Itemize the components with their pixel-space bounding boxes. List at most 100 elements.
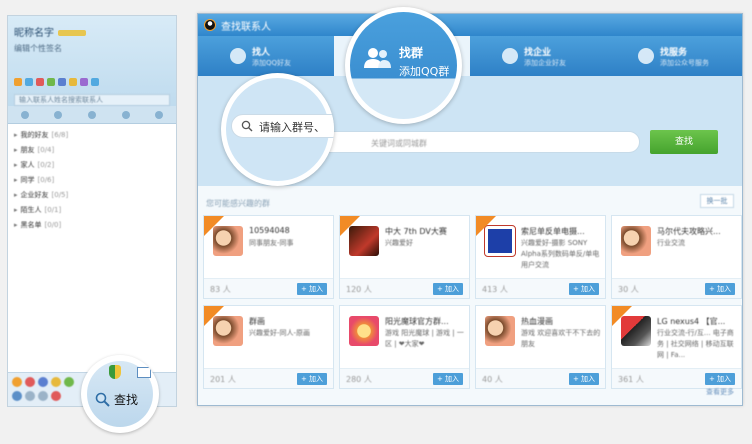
group-name[interactable]: 群画 <box>249 316 329 327</box>
join-button[interactable]: + 加入 <box>433 283 463 295</box>
chevron-right-icon: ▸ <box>14 176 18 184</box>
view-more-link[interactable]: 查看更多 <box>706 387 734 397</box>
group-card[interactable]: 马尔代夫攻略兴... 行业交流 30 人 + 加入 <box>611 215 742 299</box>
more-tab-icon[interactable] <box>155 110 164 119</box>
contact-group[interactable]: ▸ 同学 [0/6] <box>14 173 170 188</box>
contacts-tab-icon[interactable] <box>20 110 29 119</box>
window-title: 查找联系人 <box>221 21 271 33</box>
group-desc: 兴趣爱好-摄影 SONY Alpha系列数码单反/单电用户交流 <box>521 239 600 269</box>
group-card[interactable]: 热血漫画 游戏 欢迎喜欢干不下去的朋友 40 人 + 加入 <box>475 305 606 389</box>
app-icon[interactable] <box>69 78 77 86</box>
group-name[interactable]: LG nexus4 【官... <box>657 316 737 327</box>
toolbar-icon[interactable] <box>12 377 22 387</box>
group-card-grid: 10594048 同事朋友-同事 83 人 + 加入 中大 7th DV大赛 兴… <box>203 215 742 389</box>
mail-icon[interactable] <box>137 367 151 378</box>
security-shield-icon[interactable] <box>109 365 121 379</box>
app-icon[interactable] <box>47 78 55 86</box>
person-icon <box>230 48 246 64</box>
group-name[interactable]: 中大 7th DV大赛 <box>385 226 465 237</box>
card-footer: 361 人 + 加入 <box>612 368 741 388</box>
app-box-icon[interactable] <box>51 391 61 401</box>
group-name[interactable]: 10594048 <box>249 226 329 235</box>
tab-title: 找人 <box>252 47 271 58</box>
vip-badge <box>58 30 86 36</box>
group-card[interactable]: LG nexus4 【官... 行业交流-行/互... 电子商务 | 社交网络 … <box>611 305 742 389</box>
apps-tab-icon[interactable] <box>121 110 130 119</box>
message-manager-icon[interactable] <box>38 391 48 401</box>
member-count: 83 人 <box>210 285 231 294</box>
group-card[interactable]: 群画 兴趣爱好-同人-原画 201 人 + 加入 <box>203 305 334 389</box>
contact-group[interactable]: ▸ 家人 [0/2] <box>14 158 170 173</box>
toolbar-icon[interactable] <box>51 377 61 387</box>
enterprise-icon <box>502 48 518 64</box>
join-button[interactable]: + 加入 <box>569 283 599 295</box>
nickname[interactable]: 昵称名字 <box>14 24 170 39</box>
card-footer: 280 人 + 加入 <box>340 368 469 388</box>
contact-group[interactable]: ▸ 我的好友 [6/8] <box>14 128 170 143</box>
hot-badge <box>612 306 632 326</box>
card-footer: 120 人 + 加入 <box>340 278 469 298</box>
card-footer: 413 人 + 加入 <box>476 278 605 298</box>
find-button-label: 查找 <box>114 392 139 407</box>
group-name[interactable]: 索尼单反单电摄... <box>521 226 601 237</box>
menu-icon[interactable] <box>12 391 22 401</box>
join-button[interactable]: + 加入 <box>433 373 463 385</box>
hot-badge <box>204 306 224 326</box>
search-button[interactable]: 查找 <box>650 130 718 154</box>
find-contacts-window: 查找联系人 找人添加QQ好友 找群添加QQ群 找企业添加企业好友 找服务添加公众… <box>197 13 743 406</box>
settings-icon[interactable] <box>25 391 35 401</box>
group-card[interactable]: 索尼单反单电摄... 兴趣爱好-摄影 SONY Alpha系列数码单反/单电用户… <box>475 215 606 299</box>
contact-group[interactable]: ▸ 朋友 [0/4] <box>14 143 170 158</box>
hot-badge <box>340 216 360 236</box>
find-button[interactable]: 查找 <box>95 388 138 410</box>
join-button[interactable]: + 加入 <box>297 373 327 385</box>
join-button[interactable]: + 加入 <box>705 283 735 295</box>
app-icon[interactable] <box>25 78 33 86</box>
contact-search-input[interactable]: 输入联系人姓名搜索联系人 <box>14 94 170 106</box>
change-batch-button[interactable]: 换一批 <box>700 194 734 208</box>
join-button[interactable]: + 加入 <box>569 373 599 385</box>
group-desc: 兴趣爱好-同人-原画 <box>249 329 311 337</box>
service-icon <box>638 48 654 64</box>
tab-subtitle-zoomed: 添加QQ群 <box>399 65 450 78</box>
window-titlebar[interactable]: 查找联系人 <box>198 14 742 36</box>
app-icon[interactable] <box>58 78 66 86</box>
card-footer: 83 人 + 加入 <box>204 278 333 298</box>
join-button[interactable]: + 加入 <box>705 373 735 385</box>
toolbar-icon[interactable] <box>25 377 35 387</box>
tab-find-service[interactable]: 找服务 添加公众号服务 <box>606 36 742 76</box>
group-desc: 游戏 阳光魔球 | 游戏 | 一区 | ❤大家❤ <box>385 329 464 348</box>
signature[interactable]: 编辑个性签名 <box>14 43 170 54</box>
group-name[interactable]: 阳光魔球官方群... <box>385 316 465 327</box>
group-desc: 兴趣爱好 <box>385 239 413 247</box>
groups-tab-icon[interactable] <box>54 110 63 119</box>
tab-find-people[interactable]: 找人 添加QQ好友 <box>198 36 334 76</box>
group-card[interactable]: 阳光魔球官方群... 游戏 阳光魔球 | 游戏 | 一区 | ❤大家❤ 280 … <box>339 305 470 389</box>
card-footer: 40 人 + 加入 <box>476 368 605 388</box>
contact-group-list: ▸ 我的好友 [6/8] ▸ 朋友 [0/4] ▸ 家人 [0/2] ▸ 同学 [0/6] ▸ 企… <box>8 124 176 237</box>
app-icon[interactable] <box>80 78 88 86</box>
search-placeholder: 请输入群号、 <box>259 121 325 134</box>
contact-group[interactable]: ▸ 企业好友 [0/5] <box>14 188 170 203</box>
group-name[interactable]: 热血漫画 <box>521 316 601 327</box>
group-card[interactable]: 10594048 同事朋友-同事 83 人 + 加入 <box>203 215 334 299</box>
contact-group[interactable]: ▸ 黑名单 [0/0] <box>14 218 170 233</box>
toolbar-icon[interactable] <box>38 377 48 387</box>
find-tabs: 找人添加QQ好友 找群添加QQ群 找企业添加企业好友 找服务添加公众号服务 <box>198 36 742 76</box>
app-icon[interactable] <box>91 78 99 86</box>
app-icon[interactable] <box>14 78 22 86</box>
tab-find-enterprise[interactable]: 找企业 添加企业好友 <box>470 36 606 76</box>
toolbar-icon[interactable] <box>64 377 74 387</box>
member-count: 280 人 <box>346 375 372 384</box>
group-desc: 游戏 欢迎喜欢干不下去的朋友 <box>521 329 601 348</box>
tab-title-zoomed[interactable]: 找群 <box>399 44 423 61</box>
recent-tab-icon[interactable] <box>87 110 96 119</box>
member-count: 413 人 <box>482 285 508 294</box>
app-icon[interactable] <box>36 78 44 86</box>
contact-group[interactable]: ▸ 陌生人 [0/1] <box>14 203 170 218</box>
group-name[interactable]: 马尔代夫攻略兴... <box>657 226 737 237</box>
search-placeholder-rest: 关键词或同城群 <box>371 139 427 148</box>
join-button[interactable]: + 加入 <box>297 283 327 295</box>
hot-badge <box>204 216 224 236</box>
group-card[interactable]: 中大 7th DV大赛 兴趣爱好 120 人 + 加入 <box>339 215 470 299</box>
